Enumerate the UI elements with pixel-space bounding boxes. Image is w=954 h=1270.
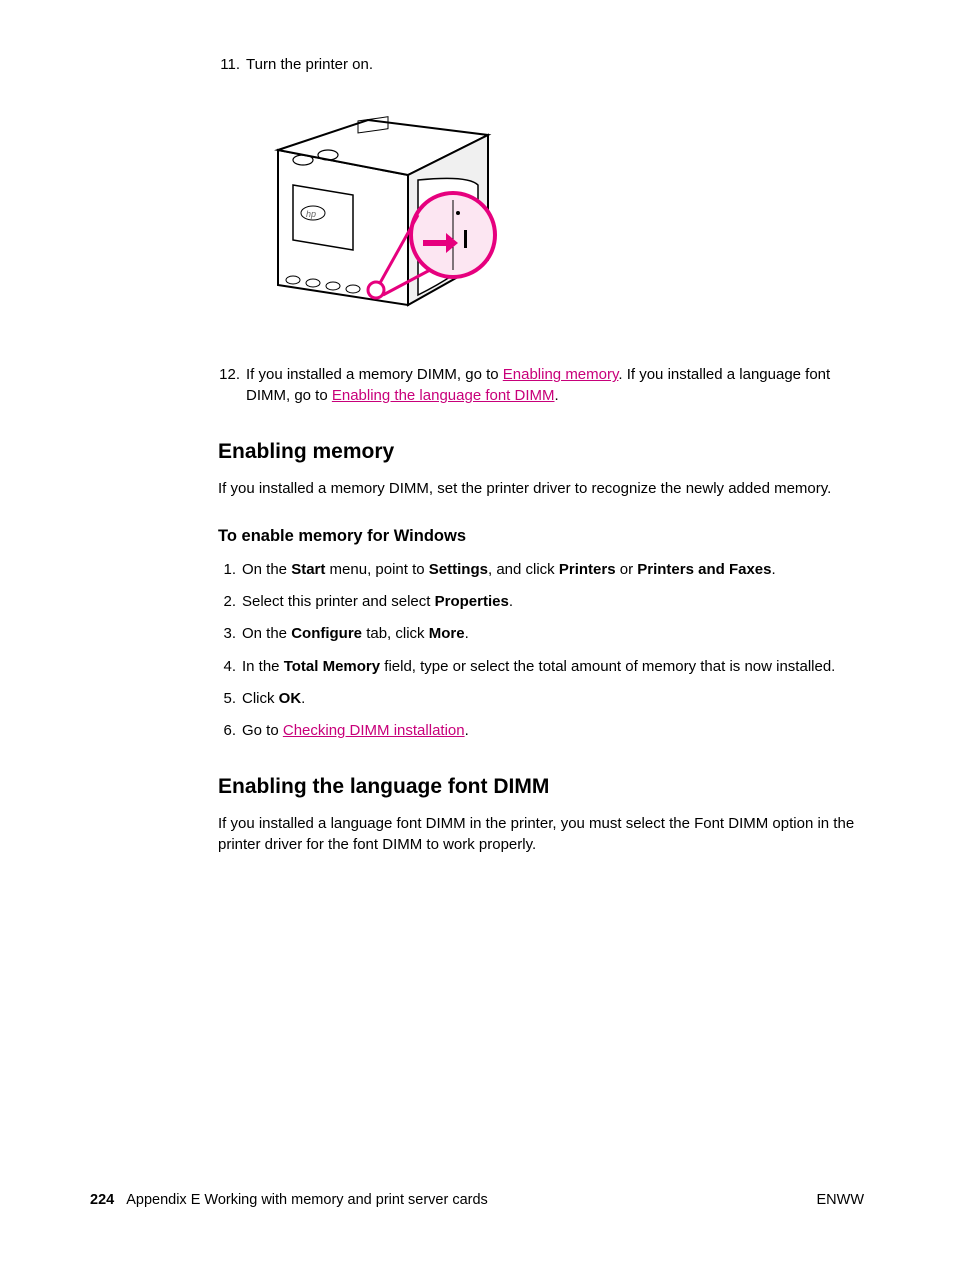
step-number: 1. xyxy=(218,560,242,580)
list-item: 6. Go to Checking DIMM installation. xyxy=(218,721,878,741)
printer-icon: hp xyxy=(258,105,498,335)
printer-illustration: hp xyxy=(258,105,878,335)
document-page: 11. Turn the printer on. xyxy=(0,0,954,1270)
text-span: If you installed a memory DIMM, go to xyxy=(246,366,503,383)
text-span: . xyxy=(465,722,469,739)
content-area: 11. Turn the printer on. xyxy=(218,55,878,855)
list-item: 1. On the Start menu, point to Settings,… xyxy=(218,560,878,580)
step-number: 4. xyxy=(218,657,242,677)
step-text: Click OK. xyxy=(242,689,878,709)
ordered-list: 1. On the Start menu, point to Settings,… xyxy=(218,560,878,742)
heading-enabling-language-font-dimm: Enabling the language font DIMM xyxy=(218,775,878,799)
list-item: 4. In the Total Memory field, type or se… xyxy=(218,657,878,677)
page-footer: 224 Appendix E Working with memory and p… xyxy=(90,1192,864,1208)
step-text: Select this printer and select Propertie… xyxy=(242,592,878,612)
subheading-enable-memory-windows: To enable memory for Windows xyxy=(218,527,878,546)
footer-left: 224 Appendix E Working with memory and p… xyxy=(90,1192,488,1208)
heading-enabling-memory: Enabling memory xyxy=(218,440,878,464)
step-text: Turn the printer on. xyxy=(246,55,878,75)
text-span: . xyxy=(555,387,559,404)
step-text: On the Start menu, point to Settings, an… xyxy=(242,560,878,580)
step-number: 6. xyxy=(218,721,242,741)
step-text: In the Total Memory field, type or selec… xyxy=(242,657,878,677)
step-number: 5. xyxy=(218,689,242,709)
link-enabling-language-font-dimm[interactable]: Enabling the language font DIMM xyxy=(332,387,555,404)
list-item: 5. Click OK. xyxy=(218,689,878,709)
intro-paragraph: If you installed a memory DIMM, set the … xyxy=(218,478,878,499)
step-text: Go to Checking DIMM installation. xyxy=(242,721,878,741)
intro-paragraph: If you installed a language font DIMM in… xyxy=(218,813,878,855)
step-text: If you installed a memory DIMM, go to En… xyxy=(246,365,878,406)
step-number: 11. xyxy=(218,55,246,75)
svg-text:hp: hp xyxy=(306,209,316,219)
list-item: 2. Select this printer and select Proper… xyxy=(218,592,878,612)
step-number: 3. xyxy=(218,624,242,644)
step-text: On the Configure tab, click More. xyxy=(242,624,878,644)
step-12: 12. If you installed a memory DIMM, go t… xyxy=(218,365,878,406)
footer-language: ENWW xyxy=(816,1192,864,1208)
link-checking-dimm-installation[interactable]: Checking DIMM installation xyxy=(283,722,465,739)
link-enabling-memory[interactable]: Enabling memory xyxy=(503,366,619,383)
list-item: 3. On the Configure tab, click More. xyxy=(218,624,878,644)
step-number: 12. xyxy=(218,365,246,406)
step-11: 11. Turn the printer on. xyxy=(218,55,878,75)
step-number: 2. xyxy=(218,592,242,612)
text-span: Go to xyxy=(242,722,283,739)
page-number: 224 xyxy=(90,1192,114,1208)
appendix-title: Appendix E Working with memory and print… xyxy=(126,1192,488,1208)
